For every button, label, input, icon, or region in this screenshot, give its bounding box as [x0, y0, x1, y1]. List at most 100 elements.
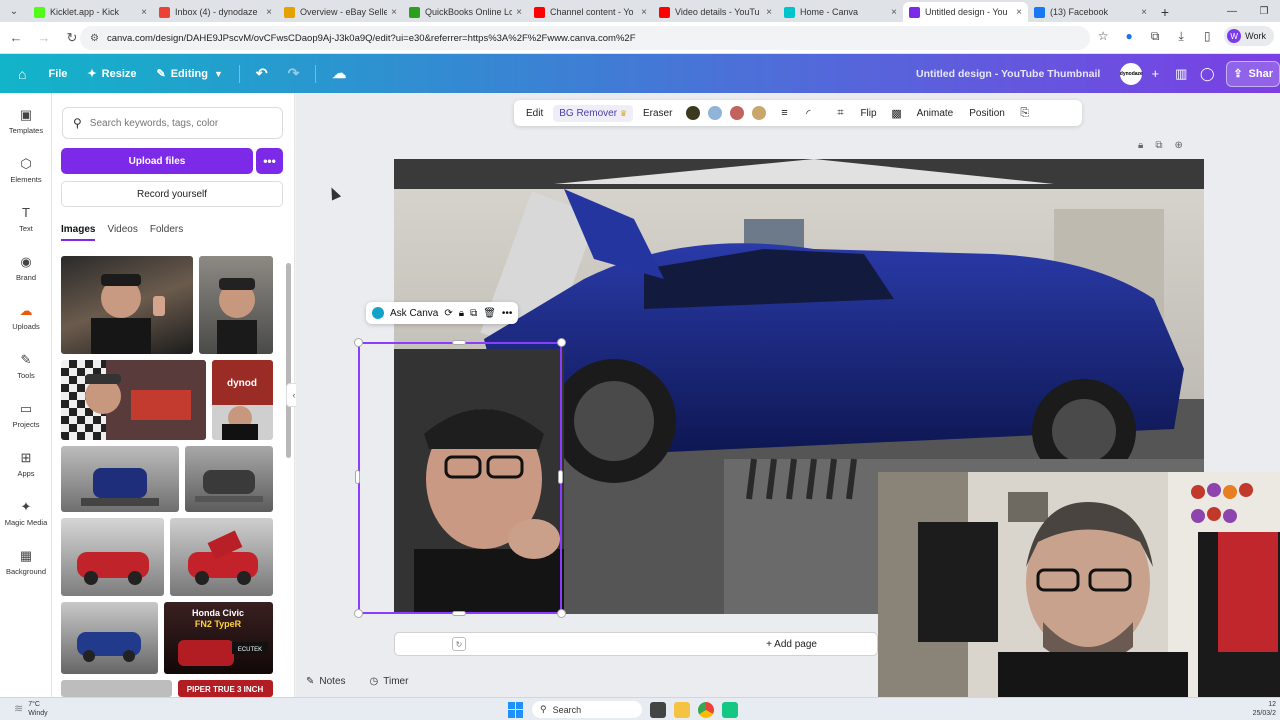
rail-item-templates[interactable]: ▣ Templates [0, 107, 52, 135]
upload-thumbnail[interactable] [199, 256, 273, 354]
tab-images[interactable]: Images [61, 224, 96, 241]
back-icon[interactable]: ← [4, 26, 28, 50]
lock-page-icon[interactable]: 🔒︎ [1138, 140, 1143, 151]
upload-thumbnail[interactable] [61, 360, 206, 440]
flip-button[interactable]: Flip [854, 105, 882, 122]
browser-tab[interactable]: Overview - eBay Seller × [278, 2, 403, 22]
profile-button[interactable]: W Work [1224, 26, 1274, 46]
upload-thumbnail[interactable] [61, 518, 164, 596]
upload-thumbnail[interactable]: PIPER TRUE 3 INCH [178, 680, 273, 697]
rail-item-uploads[interactable]: ☁ Uploads [0, 303, 52, 331]
resize-handle-br[interactable] [557, 609, 566, 618]
close-tab-icon[interactable]: × [641, 7, 647, 18]
more-icon[interactable]: ••• [502, 308, 513, 319]
upload-thumbnail[interactable] [61, 680, 172, 697]
upload-thumbnail[interactable] [61, 602, 158, 674]
tab-folders[interactable]: Folders [150, 224, 183, 241]
close-tab-icon[interactable]: × [266, 7, 272, 18]
file-explorer-icon[interactable] [674, 701, 690, 718]
weather-widget[interactable]: ≋ 7°C Windy [14, 700, 48, 718]
animate-button[interactable]: Animate [911, 105, 960, 122]
upload-thumbnail[interactable]: Honda Civic FN2 TypeR ECUTEK [164, 602, 273, 674]
app-icon[interactable] [722, 701, 738, 718]
user-avatar[interactable]: dynodaze [1120, 62, 1143, 85]
timer-button[interactable]: ◷ Timer [370, 676, 409, 687]
url-field[interactable]: ⚙ canva.com/design/DAHE9JPscvM/ovCFwsCDa… [80, 26, 1090, 50]
upload-thumbnail[interactable] [61, 256, 193, 354]
rail-item-apps[interactable]: ⊞ Apps [0, 450, 52, 478]
tab-search-chevron-icon[interactable]: ⌄ [0, 0, 28, 22]
browser-tab[interactable]: (13) Facebook × [1028, 2, 1153, 22]
resize-button[interactable]: ✦ Resize [77, 54, 146, 93]
more-options-button[interactable]: ••• [256, 148, 283, 174]
browser-tab[interactable]: Inbox (4) - dynodaze × [153, 2, 278, 22]
close-tab-icon[interactable]: × [766, 7, 772, 18]
bg-remover-button[interactable]: BG Remover ♛ [553, 104, 633, 122]
rail-item-magic-media[interactable]: ✦ Magic Media [0, 499, 52, 527]
browser-tab[interactable]: Video details - YouTu × [653, 2, 778, 22]
close-tab-icon[interactable]: × [141, 7, 147, 18]
color-swatch[interactable] [708, 106, 723, 120]
notes-button[interactable]: ✎ Notes [306, 676, 346, 687]
minimize-icon[interactable]: — [1216, 0, 1248, 22]
panel-scrollbar[interactable] [286, 259, 291, 689]
position-button[interactable]: Position [963, 105, 1011, 122]
duplicate-page-icon[interactable]: ⧉ [1155, 140, 1162, 151]
browser-tab[interactable]: Channel content - Yo × [528, 2, 653, 22]
paint-format-icon[interactable]: ⎘ [1015, 107, 1035, 120]
chrome-icon[interactable] [698, 701, 714, 718]
scrollbar-thumb[interactable] [286, 263, 291, 458]
undo-button[interactable]: ↶ [246, 54, 278, 93]
border-style-icon[interactable]: ≡ [774, 107, 794, 119]
taskbar-search[interactable]: ⚲ Search [532, 701, 642, 718]
resize-handle-tl[interactable] [354, 338, 363, 347]
rail-item-background[interactable]: ▦ Background [0, 548, 52, 576]
rail-item-projects[interactable]: ▭ Projects [0, 401, 52, 429]
close-tab-icon[interactable]: × [391, 7, 397, 18]
extension-icon[interactable]: ● [1120, 27, 1138, 45]
add-collaborator-button[interactable]: + [1142, 61, 1168, 87]
browser-tab[interactable]: Untitled design - You × [903, 2, 1028, 22]
design-title[interactable]: Untitled design - YouTube Thumbnail [916, 68, 1100, 80]
insights-button[interactable]: ▥ [1168, 61, 1194, 87]
rail-item-text[interactable]: T Text [0, 205, 52, 233]
resize-handle-bottom[interactable] [452, 611, 466, 616]
upload-thumbnail[interactable]: dynod [212, 360, 273, 440]
transparency-icon[interactable]: ▩ [887, 107, 907, 120]
rail-item-brand[interactable]: ◉ Brand [0, 254, 52, 282]
extensions-puzzle-icon[interactable]: ⧉ [1146, 27, 1164, 45]
delete-icon[interactable]: 🗑︎ [483, 308, 496, 319]
new-tab-button[interactable]: + [1153, 2, 1177, 22]
close-tab-icon[interactable]: × [516, 7, 522, 18]
close-tab-icon[interactable]: × [891, 7, 897, 18]
resize-handle-right[interactable] [558, 470, 563, 484]
search-box[interactable]: ⚲ [62, 107, 283, 139]
browser-tab[interactable]: QuickBooks Online Lo × [403, 2, 528, 22]
ask-canva-button[interactable]: Ask Canva [390, 308, 438, 319]
selected-element-frame[interactable] [358, 342, 562, 614]
crop-icon[interactable]: ⌗ [830, 107, 850, 120]
comments-button[interactable]: ◯ [1194, 61, 1220, 87]
download-icon[interactable]: ⤓ [1172, 27, 1190, 45]
add-page-button[interactable]: + Add page [394, 632, 878, 656]
search-input[interactable] [89, 117, 260, 129]
add-page-icon[interactable]: ⊕ [1174, 140, 1182, 151]
file-menu-button[interactable]: File [38, 54, 77, 93]
resize-handle-bl[interactable] [354, 609, 363, 618]
forward-icon[interactable]: → [32, 26, 56, 50]
browser-tab[interactable]: Kicklet.app - Kick × [28, 2, 153, 22]
upload-thumbnail[interactable] [185, 446, 273, 512]
record-yourself-button[interactable]: Record yourself [61, 181, 283, 207]
color-swatch[interactable] [730, 106, 745, 120]
duplicate-icon[interactable]: ⧉ [470, 308, 477, 319]
split-view-icon[interactable]: ▯ [1198, 27, 1216, 45]
home-button[interactable]: ⌂ [0, 54, 38, 93]
bookmark-star-icon[interactable]: ☆ [1094, 27, 1112, 45]
color-swatch[interactable] [752, 106, 767, 120]
system-clock[interactable]: 12 25/03/2 [1253, 700, 1276, 718]
start-button[interactable] [508, 701, 524, 718]
rail-item-elements[interactable]: ⬡ Elements [0, 156, 52, 184]
eraser-button[interactable]: Eraser [637, 105, 678, 122]
color-swatch[interactable] [686, 106, 701, 120]
share-button[interactable]: ⇪ Shar [1226, 60, 1280, 87]
